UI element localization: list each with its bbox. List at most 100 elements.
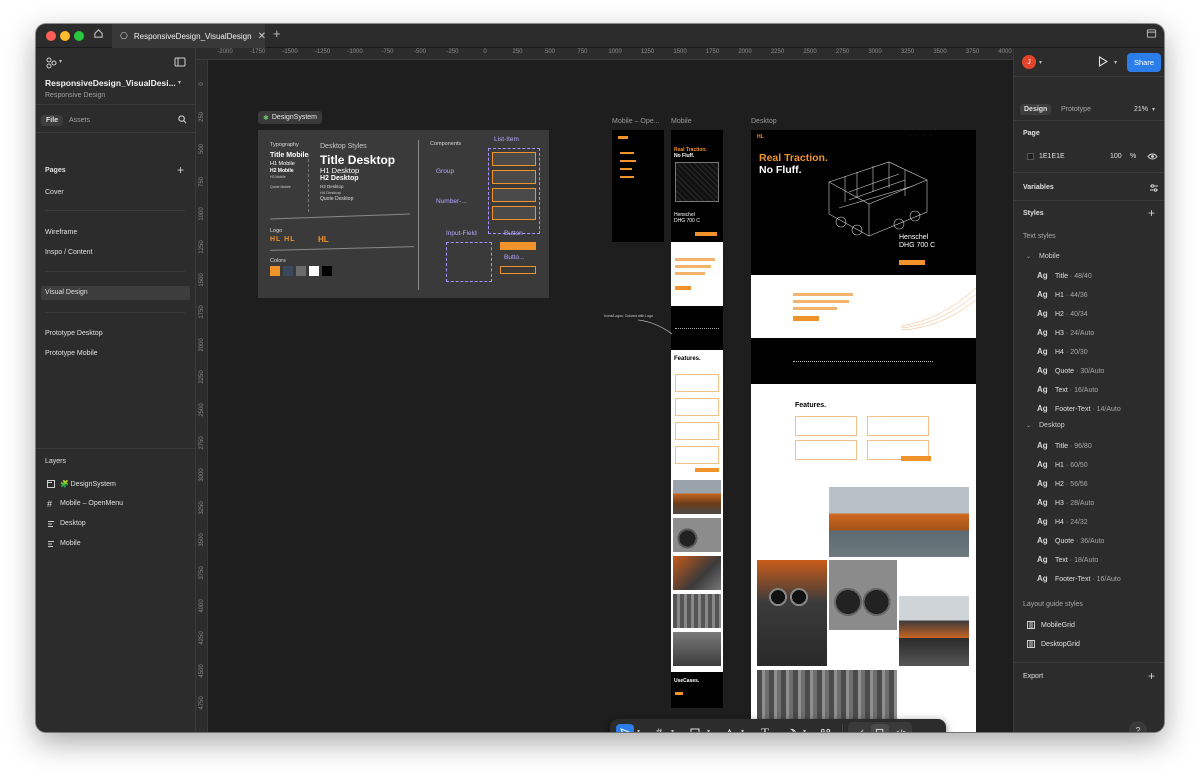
page-item-prototype-mobile[interactable]: Prototype Mobile [45, 350, 98, 357]
shape-tool-button[interactable] [686, 724, 704, 732]
frame-mobile-openmenu[interactable] [612, 130, 664, 242]
page-item-inspo[interactable]: Inspo / Content [45, 249, 92, 256]
text-style-desktop-h2[interactable]: Ag H2 · 56/56 [1037, 479, 1088, 488]
actions-tool-button[interactable] [816, 724, 834, 732]
search-icon[interactable] [178, 115, 187, 126]
present-play-icon[interactable] [1098, 56, 1109, 69]
designsystem-section[interactable]: Typography Title Mobile H1 Mobile H2 Mob… [258, 130, 549, 298]
pen-tool-button[interactable] [720, 724, 738, 732]
file-menu-chevron-icon[interactable]: ▾ [178, 79, 181, 86]
desktop-orange-wave-graphic [901, 287, 976, 330]
page-opacity-value[interactable]: 100 [1110, 153, 1122, 160]
chevron-down-icon[interactable]: ▾ [59, 58, 62, 65]
frame-tool-button[interactable]: # [650, 724, 668, 732]
design-mode-button[interactable] [871, 724, 889, 732]
eye-icon[interactable] [1147, 152, 1158, 163]
panel-toggle-icon[interactable] [174, 57, 186, 69]
help-button[interactable]: ? [1129, 721, 1147, 732]
tab-design[interactable]: Design [1020, 104, 1052, 115]
text-style-mobile-h4[interactable]: Ag H4 · 20/30 [1037, 347, 1088, 356]
ruler-left-label: 2750 [199, 435, 205, 450]
text-style-mobile-footer-text[interactable]: Ag Footer-Text · 14/Auto [1037, 404, 1121, 413]
frame-label-desktop[interactable]: Desktop [751, 118, 777, 125]
text-style-mobile-h1[interactable]: Ag H1 · 44/36 [1037, 290, 1088, 299]
text-style-mobile-text[interactable]: Ag Text · 16/Auto [1037, 385, 1098, 394]
text-style-desktop-h1[interactable]: Ag H1 · 60/50 [1037, 460, 1088, 469]
text-tool-button[interactable]: T [756, 724, 774, 732]
page-item-cover[interactable]: Cover [45, 189, 64, 196]
add-style-icon[interactable]: + [1148, 206, 1155, 220]
chevron-down-icon[interactable]: ▾ [707, 728, 710, 732]
text-style-desktop-quote[interactable]: Ag Quote · 36/Auto [1037, 536, 1104, 545]
chevron-down-icon[interactable]: ⌄ [1026, 422, 1031, 429]
new-tab-icon[interactable]: + [273, 26, 281, 41]
dev-mode-button[interactable]: </> [892, 724, 910, 732]
minimize-window-button[interactable] [60, 31, 70, 41]
avatar[interactable]: J [1022, 55, 1036, 69]
move-tool-button[interactable] [616, 724, 634, 732]
grid-icon [1027, 621, 1035, 631]
text-style-mobile-h3[interactable]: Ag H3 · 24/Auto [1037, 328, 1094, 337]
main-menu-icon[interactable] [45, 57, 59, 72]
layer-mobile[interactable]: Mobile [60, 540, 81, 547]
zoom-window-button[interactable] [74, 31, 84, 41]
tab-file[interactable]: File [41, 115, 64, 126]
home-icon[interactable] [93, 28, 104, 42]
text-style-mobile-title[interactable]: Ag Title · 48/40 [1037, 271, 1092, 280]
chevron-down-icon[interactable]: ▾ [741, 728, 744, 732]
tab-assets[interactable]: Assets [69, 117, 90, 124]
add-export-icon[interactable]: + [1148, 669, 1155, 683]
comment-tool-button[interactable] [782, 724, 800, 732]
text-style-desktop-h3[interactable]: Ag H3 · 28/Auto [1037, 498, 1094, 507]
text-style-mobile-quote[interactable]: Ag Quote · 30/Auto [1037, 366, 1104, 375]
layer-mobile-openmenu[interactable]: Mobile – OpenMenu [60, 500, 123, 507]
chevron-down-icon[interactable]: ▾ [1039, 59, 1042, 66]
close-window-button[interactable] [46, 31, 56, 41]
chevron-down-icon[interactable]: ▾ [1114, 59, 1117, 66]
chevron-down-icon[interactable]: ▾ [803, 728, 806, 732]
file-title[interactable]: ResponsiveDesign_VisualDesi... [45, 78, 176, 88]
project-name[interactable]: Responsive Design [45, 92, 105, 99]
layer-designsystem[interactable]: 🧩 DesignSystem [60, 480, 116, 488]
ruler-left-label: 4750 [199, 696, 205, 711]
frame-label-mobile-open[interactable]: Mobile – Ope... [612, 118, 659, 125]
text-style-group-desktop[interactable]: Desktop [1039, 422, 1065, 429]
layout-guide-desktopgrid[interactable]: DesktopGrid [1041, 641, 1080, 648]
add-page-icon[interactable]: + [177, 163, 184, 177]
variables-label[interactable]: Variables [1023, 184, 1054, 191]
ruler-left-label: 1750 [199, 305, 205, 319]
page-item-prototype-desktop[interactable]: Prototype Desktop [45, 330, 103, 337]
page-item-wireframe[interactable]: Wireframe [45, 229, 77, 236]
chevron-down-icon[interactable]: ⌄ [1026, 253, 1031, 260]
chevron-down-icon[interactable]: ▾ [637, 728, 640, 732]
draw-mode-button[interactable] [850, 724, 868, 732]
variables-settings-icon[interactable] [1149, 183, 1159, 195]
designsystem-section-label[interactable]: ✱ DesignSystem [258, 111, 323, 124]
page-color-value[interactable]: 1E1E1E [1039, 153, 1065, 160]
page-color-swatch[interactable] [1027, 153, 1034, 160]
close-tab-icon[interactable]: ✕ [258, 31, 266, 42]
frame-mobile[interactable]: Real Traction. No Fluff. Henschel DHG 70… [671, 130, 723, 708]
text-style-desktop-text[interactable]: Ag Text · 18/Auto [1037, 555, 1098, 564]
frame-desktop[interactable]: HL ···· Real Traction. No Fluff. Hensche… [751, 130, 976, 732]
layout-guide-mobilegrid[interactable]: MobileGrid [1041, 622, 1075, 629]
locomotive-wireframe-illustration [809, 152, 933, 244]
chevron-down-icon[interactable]: ▾ [671, 728, 674, 732]
tab-prototype[interactable]: Prototype [1061, 106, 1091, 113]
chevron-down-icon[interactable]: ▾ [1152, 106, 1155, 113]
text-style-desktop-title[interactable]: Ag Title · 96/80 [1037, 441, 1092, 450]
text-style-group-mobile[interactable]: Mobile [1039, 253, 1060, 260]
layer-desktop[interactable]: Desktop [60, 520, 86, 527]
canvas[interactable]: -2000 -1750 -1500 -1250 -1000 -750 -500 -250 0 25… [196, 48, 1013, 732]
tab-document[interactable]: ⎔ ResponsiveDesign_VisualDesign ✕ [112, 24, 266, 48]
zoom-level[interactable]: 21% [1134, 106, 1148, 113]
text-style-desktop-h4[interactable]: Ag H4 · 24/32 [1037, 517, 1088, 526]
text-style-desktop-footer-text[interactable]: Ag Footer-Text · 16/Auto [1037, 574, 1121, 583]
frame-label-mobile[interactable]: Mobile [671, 118, 692, 125]
share-button[interactable]: Share [1127, 53, 1161, 72]
ruler-top-label: -750 [381, 49, 394, 55]
text-style-mobile-h2[interactable]: Ag H2 · 40/34 [1037, 309, 1088, 318]
sidebar-toggle-icon[interactable] [1146, 28, 1157, 42]
ds-h1-mobile: H1 Mobile [270, 161, 295, 167]
ds-desktop-styles: Desktop Styles [320, 143, 367, 150]
